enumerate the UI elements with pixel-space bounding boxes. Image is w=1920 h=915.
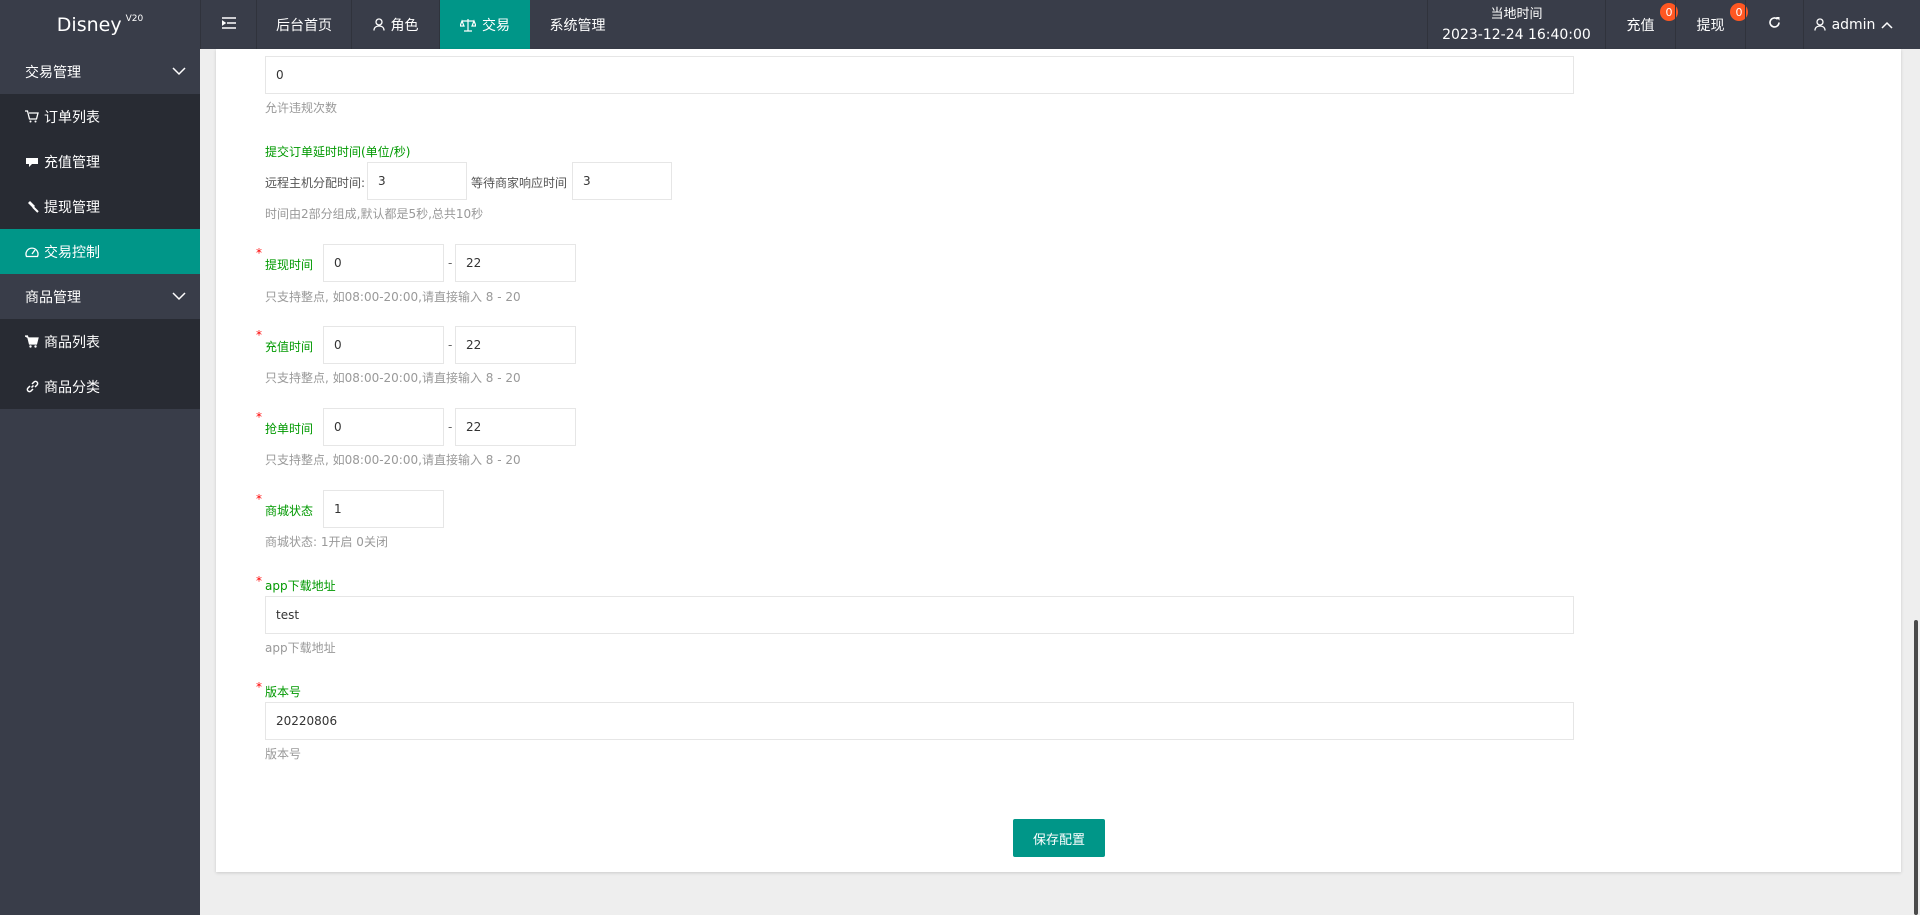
link-icon [25, 380, 39, 393]
refresh-icon [1768, 16, 1781, 33]
range-separator: - [448, 256, 453, 270]
remote-time-input[interactable] [367, 162, 467, 200]
required-mark: * [256, 410, 262, 424]
scale-icon [460, 18, 476, 32]
mall-status-help: 商城状态: 1开启 0关闭 [265, 535, 388, 549]
user-icon [1813, 18, 1826, 31]
sidebar-item-goods-category[interactable]: 商品分类 [0, 364, 200, 409]
save-config-button[interactable]: 保存配置 [1013, 819, 1105, 857]
app-url-input[interactable] [265, 596, 1574, 634]
page-scrollbar[interactable] [1914, 620, 1918, 915]
user-icon [372, 18, 385, 31]
sidebar-group-goods[interactable]: 商品管理 [0, 274, 200, 319]
required-mark: * [256, 492, 262, 506]
recharge-time-label: 充值时间 [265, 340, 314, 354]
sidebar-item-recharge[interactable]: 充值管理 [0, 139, 200, 184]
top-header: Disney V20 后台首页 角色 交易 系统管理 当地时间 2023-12-2… [0, 0, 1920, 49]
app-logo[interactable]: Disney V20 [0, 0, 200, 49]
sidebar-group-label: 交易管理 [25, 64, 81, 81]
sidebar-item-withdraw[interactable]: 提现管理 [0, 184, 200, 229]
sidebar-item-trade-control[interactable]: 交易控制 [0, 229, 200, 274]
grab-time-label: 抢单时间 [265, 422, 314, 436]
nav-role[interactable]: 角色 [351, 0, 439, 49]
sidebar-item-label: 订单列表 [44, 109, 100, 126]
clock-label: 当地时间 [1490, 6, 1543, 22]
grab-time-help: 只支持整点, 如08:00-20:00,请直接输入 8 - 20 [265, 453, 521, 467]
recharge-button[interactable]: 充值 0 [1605, 0, 1678, 49]
recharge-label: 充值 [1626, 17, 1655, 34]
withdraw-button[interactable]: 提现 0 [1675, 0, 1748, 49]
mall-status-label: 商城状态 [265, 504, 314, 518]
withdraw-time-label: 提现时间 [265, 258, 314, 272]
required-mark: * [256, 328, 262, 342]
username: admin [1831, 16, 1876, 33]
nav-system[interactable]: 系统管理 [530, 0, 625, 49]
delay-help: 时间由2部分组成,默认都是5秒,总共10秒 [265, 207, 484, 221]
app-version: V20 [125, 13, 144, 24]
grab-time-to-input[interactable] [455, 408, 576, 446]
required-mark: * [256, 246, 262, 260]
sidebar-item-label: 商品分类 [44, 379, 100, 396]
nav-trade[interactable]: 交易 [439, 0, 530, 49]
grab-time-from-input[interactable] [323, 408, 444, 446]
nav-home-label: 后台首页 [276, 17, 332, 34]
sidebar-item-label: 商品列表 [44, 334, 100, 351]
sidebar-item-label: 充值管理 [44, 154, 100, 171]
app-url-help: app下载地址 [265, 641, 336, 655]
range-separator: - [448, 420, 453, 434]
app-url-label: app下载地址 [265, 579, 336, 593]
withdraw-time-from-input[interactable] [323, 244, 444, 282]
version-input[interactable] [265, 702, 1574, 740]
clock-value: 2023-12-24 16:40:00 [1442, 26, 1591, 43]
cart-icon [25, 110, 39, 123]
withdraw-time-to-input[interactable] [455, 244, 576, 282]
remote-label: 远程主机分配时间: [265, 176, 366, 190]
sidebar-item-label: 交易控制 [44, 244, 100, 261]
required-mark: * [256, 574, 262, 588]
nav-trade-label: 交易 [482, 17, 510, 34]
sidebar-item-goods-list[interactable]: 商品列表 [0, 319, 200, 364]
menu-toggle-button[interactable] [200, 0, 256, 49]
recharge-time-to-input[interactable] [455, 326, 576, 364]
wait-time-input[interactable] [572, 162, 672, 200]
cart-icon [25, 335, 39, 348]
app-name: Disney [56, 13, 122, 36]
version-help: 版本号 [265, 747, 302, 761]
local-clock: 当地时间 2023-12-24 16:40:00 [1427, 0, 1605, 49]
sidebar-item-label: 提现管理 [44, 199, 100, 216]
sidebar: 交易管理 订单列表 充值管理 提现管理 交易控制 商品管理 商品列表 商品分类 [0, 49, 200, 915]
violations-input[interactable] [265, 56, 1574, 94]
nav-role-label: 角色 [390, 17, 419, 34]
mall-status-input[interactable] [323, 490, 444, 528]
recharge-time-from-input[interactable] [323, 326, 444, 364]
chevron-up-icon [1881, 21, 1893, 29]
user-menu[interactable]: admin [1803, 0, 1903, 49]
chevron-down-icon [172, 289, 186, 305]
sidebar-item-orders[interactable]: 订单列表 [0, 94, 200, 139]
chevron-down-icon [172, 64, 186, 80]
range-separator: - [448, 338, 453, 352]
menu-toggle-icon [220, 16, 236, 33]
sidebar-group-label: 商品管理 [25, 289, 81, 306]
dashboard-icon [25, 246, 39, 258]
violations-help: 允许违规次数 [265, 101, 338, 115]
required-mark: * [256, 680, 262, 694]
version-label: 版本号 [265, 685, 302, 699]
wait-label: 等待商家响应时间 [471, 176, 568, 190]
hammer-icon [25, 200, 39, 213]
withdraw-label: 提现 [1696, 17, 1725, 34]
nav-home[interactable]: 后台首页 [256, 0, 351, 49]
refresh-button[interactable] [1745, 0, 1803, 49]
card-icon [25, 157, 39, 167]
nav-system-label: 系统管理 [549, 17, 606, 34]
withdraw-time-help: 只支持整点, 如08:00-20:00,请直接输入 8 - 20 [265, 290, 521, 304]
recharge-time-help: 只支持整点, 如08:00-20:00,请直接输入 8 - 20 [265, 371, 521, 385]
sidebar-group-trade[interactable]: 交易管理 [0, 49, 200, 94]
delay-title: 提交订单延时时间(单位/秒) [265, 145, 411, 159]
